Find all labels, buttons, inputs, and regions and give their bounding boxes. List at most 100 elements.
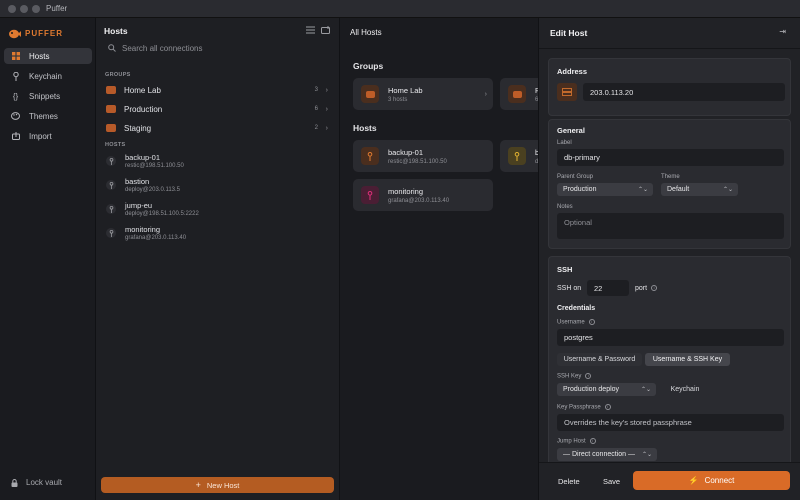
chevron-right-icon: ›	[325, 124, 328, 132]
group-item-home-lab[interactable]: Home Lab 3 ›	[100, 81, 334, 99]
sidebar-item-label: Import	[29, 131, 52, 141]
general-section: General Label db-primary Parent Group Th…	[548, 119, 791, 249]
connect-button[interactable]: ⚡ Connect	[633, 471, 790, 490]
save-button[interactable]: Save	[603, 477, 620, 486]
host-item-bastion[interactable]: bastion deploy@203.0.113.5	[100, 174, 334, 196]
parent-group-select[interactable]: Production ⌃⌄	[557, 183, 653, 196]
sidebar: PUFFER Hosts Keychain {} Snippets Themes…	[0, 18, 96, 500]
folder-icon	[106, 86, 116, 94]
logo-text: PUFFER	[25, 28, 63, 38]
host-item-backup-01[interactable]: backup-01 restic@198.51.100.50	[100, 150, 334, 172]
footer-divider	[539, 462, 800, 463]
info-icon[interactable]: i	[588, 319, 595, 325]
zoom-window-button[interactable]	[32, 5, 40, 13]
chevron-updown-icon: ⌃⌄	[637, 187, 648, 193]
theme-label: Theme	[661, 174, 680, 180]
group-card-home-lab[interactable]: Home Lab 3 hosts ›	[353, 78, 493, 110]
auth-option-password[interactable]: Username & Password	[557, 353, 642, 366]
auth-option-ssh-key[interactable]: Username & SSH Key	[645, 353, 730, 366]
sidebar-item-label: Snippets	[29, 91, 61, 101]
group-count: 2	[314, 125, 318, 131]
notes-textarea[interactable]: Optional	[557, 213, 784, 239]
address-input[interactable]: 203.0.113.20	[583, 83, 785, 101]
search-bar[interactable]: Search all connections	[100, 40, 336, 56]
username-label: Username	[557, 319, 585, 326]
info-icon[interactable]: i	[589, 438, 596, 444]
search-input[interactable]: Search all connections	[122, 44, 203, 53]
close-window-button[interactable]	[8, 5, 16, 13]
folder-icon	[106, 124, 116, 132]
group-card-production[interactable]: P6	[500, 78, 538, 110]
label-field-label: Label	[557, 140, 572, 146]
ssh-key-select[interactable]: Production deploy ⌃⌄	[557, 383, 656, 396]
groups-section-label: GROUPS	[105, 72, 131, 78]
panel-title: Hosts	[104, 26, 128, 36]
panel-header-actions	[306, 26, 331, 34]
jump-host-value: — Direct connection —	[563, 451, 635, 458]
list-view-icon[interactable]	[306, 26, 315, 34]
sidebar-item-import[interactable]: Import	[4, 128, 92, 144]
sidebar-item-snippets[interactable]: {} Snippets	[4, 88, 92, 104]
sidebar-item-label: Keychain	[29, 71, 62, 81]
host-address: grafana@203.0.113.40	[125, 235, 187, 241]
new-folder-icon[interactable]	[321, 26, 331, 34]
group-item-production[interactable]: Production 6 ›	[100, 100, 334, 118]
passphrase-input[interactable]: Overrides the key's stored passphrase	[557, 414, 784, 431]
key-icon	[106, 180, 116, 190]
info-icon[interactable]: i	[651, 285, 658, 292]
delete-button[interactable]: Delete	[558, 477, 580, 486]
host-item-monitoring[interactable]: monitoring grafana@203.0.113.40	[100, 222, 334, 244]
chevron-updown-icon: ⌃⌄	[722, 187, 733, 193]
keychain-button[interactable]: Keychain	[661, 383, 709, 396]
window-title: Puffer	[46, 4, 68, 13]
info-icon[interactable]: i	[585, 373, 592, 379]
host-card-bastion[interactable]: bade	[500, 140, 538, 172]
minimize-window-button[interactable]	[20, 5, 28, 13]
key-icon	[106, 228, 116, 238]
host-address: deploy@203.0.113.5	[125, 187, 181, 193]
username-input[interactable]: postgres	[557, 329, 784, 346]
close-drawer-icon[interactable]: ⇥	[779, 27, 786, 36]
lock-vault-label: Lock vault	[26, 478, 63, 487]
key-icon	[361, 186, 379, 204]
chevron-updown-icon: ⌃⌄	[640, 387, 651, 393]
key-icon	[106, 204, 116, 214]
chevron-right-icon: ›	[325, 105, 328, 113]
host-name: backup-01	[125, 153, 161, 162]
group-name: Staging	[124, 123, 152, 133]
page-title: All Hosts	[350, 28, 382, 37]
key-icon	[508, 147, 526, 165]
jump-host-select[interactable]: — Direct connection — ⌃⌄	[557, 448, 657, 461]
host-card-backup-01[interactable]: backup-01 restic@198.51.100.50	[353, 140, 493, 172]
host-item-jump-eu[interactable]: jump-eu deploy@198.51.100.5:2222	[100, 198, 334, 220]
theme-select[interactable]: Default ⌃⌄	[661, 183, 738, 196]
port-label: port	[635, 285, 648, 292]
host-card-address: grafana@203.0.113.40	[388, 197, 450, 204]
title-bar: Puffer	[0, 0, 800, 18]
puffer-fish-icon	[9, 29, 21, 38]
group-item-staging[interactable]: Staging 2 ›	[100, 119, 334, 137]
edit-host-drawer: Edit Host ⇥ Address 203.0.113.20 General…	[538, 18, 800, 500]
sidebar-item-keychain[interactable]: Keychain	[4, 68, 92, 84]
sidebar-item-label: Hosts	[29, 51, 50, 61]
label-input[interactable]: db-primary	[557, 149, 784, 166]
host-name: bastion	[125, 177, 150, 186]
host-card-name: monitoring	[388, 186, 424, 196]
import-icon	[11, 132, 20, 141]
bolt-icon: ⚡	[688, 476, 699, 485]
port-input[interactable]: 22	[587, 280, 629, 296]
sidebar-item-themes[interactable]: Themes	[4, 108, 92, 124]
sidebar-item-hosts[interactable]: Hosts	[4, 48, 92, 64]
ssh-key-label: SSH Key	[557, 373, 582, 380]
group-name: Home Lab	[124, 85, 161, 95]
address-section: Address 203.0.113.20	[548, 58, 791, 116]
info-icon[interactable]: i	[604, 404, 611, 410]
host-card-monitoring[interactable]: monitoring grafana@203.0.113.40	[353, 179, 493, 211]
plus-icon: +	[195, 480, 201, 490]
lock-vault-button[interactable]: Lock vault	[11, 478, 62, 487]
new-host-button[interactable]: + New Host	[101, 477, 334, 493]
hosts-section-label: HOSTS	[105, 142, 126, 148]
group-count: 3	[314, 87, 318, 93]
divider	[539, 48, 800, 49]
chevron-right-icon: ›	[325, 86, 328, 94]
